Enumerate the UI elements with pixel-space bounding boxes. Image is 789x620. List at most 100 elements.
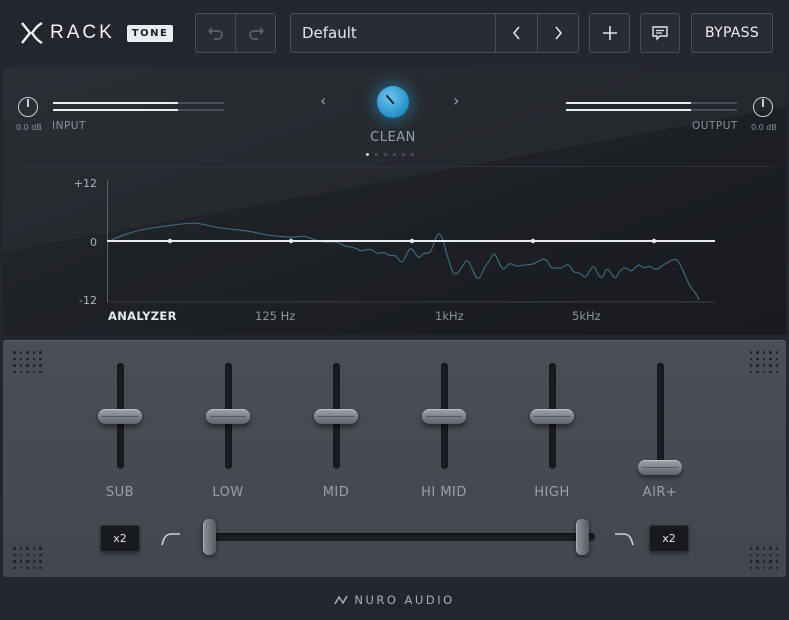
grille-hole xyxy=(26,566,29,569)
mode-page-dot[interactable] xyxy=(366,153,369,156)
add-preset-button[interactable] xyxy=(589,13,630,53)
low-cut-curve-icon xyxy=(161,533,180,546)
grille-hole xyxy=(756,547,759,550)
grille-hole xyxy=(756,351,759,354)
band-slider-handle[interactable] xyxy=(638,459,682,475)
grille-hole xyxy=(769,357,772,360)
grille-hole xyxy=(769,364,772,367)
high-cut-handle[interactable] xyxy=(576,519,589,555)
grille-hole xyxy=(749,560,752,563)
grille-hole xyxy=(39,364,42,367)
undo-button[interactable] xyxy=(195,13,236,53)
eq-node[interactable] xyxy=(409,238,415,244)
grille-hole xyxy=(32,364,35,367)
speaker-grille-top-right xyxy=(749,351,778,373)
mode-prev-arrow[interactable]: ‹ xyxy=(320,91,326,110)
grille-hole xyxy=(13,357,16,360)
footer-brand: NURO AUDIO xyxy=(354,593,455,607)
grille-hole xyxy=(756,560,759,563)
eq-node[interactable] xyxy=(288,238,294,244)
grille-hole xyxy=(13,547,16,550)
input-meter-right xyxy=(53,109,224,111)
grille-hole xyxy=(39,553,42,556)
input-meter-left-fill xyxy=(53,102,178,104)
mode-page-dot[interactable] xyxy=(393,153,396,156)
output-meter-right-fill xyxy=(566,109,691,111)
mode-next-arrow[interactable]: › xyxy=(453,91,459,110)
previous-preset-button[interactable] xyxy=(495,13,538,53)
grille-hole xyxy=(769,566,772,569)
eq-controls-panel: SUB LOW MID HI MID HIGH AIR+ x2 x2 xyxy=(3,340,786,577)
grille-hole xyxy=(19,364,22,367)
grille-hole xyxy=(13,560,16,563)
grille-hole xyxy=(775,357,778,360)
low-cut-handle[interactable] xyxy=(203,519,216,555)
output-gain-value: 0.0 dB xyxy=(751,123,777,132)
grille-hole xyxy=(769,553,772,556)
grille-hole xyxy=(39,547,42,550)
grille-hole xyxy=(762,566,765,569)
band-slider-handle[interactable] xyxy=(422,408,466,424)
output-gain-knob[interactable] xyxy=(753,97,773,117)
grille-hole xyxy=(775,364,778,367)
band-slider-track-air[interactable] xyxy=(656,363,664,469)
mode-page-dot[interactable] xyxy=(375,153,378,156)
output-meter-right xyxy=(566,109,737,111)
feedback-button[interactable] xyxy=(640,13,680,53)
grille-hole xyxy=(762,357,765,360)
grille-hole xyxy=(26,351,29,354)
grille-hole xyxy=(26,553,29,556)
character-mode-knob[interactable] xyxy=(377,86,409,118)
x-tick-1khz: 1kHz xyxy=(435,309,464,323)
bypass-button[interactable]: BYPASS xyxy=(691,13,773,53)
grille-hole xyxy=(769,370,772,373)
grille-hole xyxy=(756,370,759,373)
footer: NURO AUDIO xyxy=(0,590,789,610)
grille-hole xyxy=(32,553,35,556)
spectrum-analyzer[interactable] xyxy=(107,180,715,303)
eq-node[interactable] xyxy=(530,238,536,244)
grille-hole xyxy=(775,351,778,354)
input-meter-left xyxy=(53,102,224,104)
mode-page-dot[interactable] xyxy=(402,153,405,156)
analyzer-label: ANALYZER xyxy=(108,309,177,323)
speaker-grille-bottom-left xyxy=(13,547,42,569)
chevron-left-icon xyxy=(512,26,520,40)
grille-hole xyxy=(762,560,765,563)
panel-divider xyxy=(17,166,773,167)
grille-hole xyxy=(26,547,29,550)
preset-selector[interactable]: Default xyxy=(290,13,496,53)
band-slider-handle[interactable] xyxy=(314,408,358,424)
grille-hole xyxy=(13,364,16,367)
band-label: LOW xyxy=(212,485,244,500)
next-preset-button[interactable] xyxy=(537,13,579,53)
mode-page-dot[interactable] xyxy=(384,153,387,156)
high-cut-multiplier-button[interactable]: x2 xyxy=(649,525,689,552)
mode-page-dot[interactable] xyxy=(411,153,414,156)
grille-hole xyxy=(775,553,778,556)
eq-node[interactable] xyxy=(651,238,657,244)
high-cut-curve-icon xyxy=(615,533,634,546)
band-slider-handle[interactable] xyxy=(206,408,250,424)
mode-label: CLEAN xyxy=(370,130,416,145)
spectrum-trace xyxy=(107,222,700,301)
grille-hole xyxy=(26,370,29,373)
low-cut-multiplier-button[interactable]: x2 xyxy=(100,525,140,552)
band-slider-handle[interactable] xyxy=(530,408,574,424)
band-label: HI MID xyxy=(421,485,467,500)
grille-hole xyxy=(39,357,42,360)
input-gain-knob[interactable] xyxy=(18,97,38,117)
filter-range-track[interactable] xyxy=(203,533,595,541)
input-gain-value: 0.0 dB xyxy=(16,123,42,132)
eq-node[interactable] xyxy=(167,238,173,244)
speaker-grille-bottom-right xyxy=(749,547,778,569)
nuro-logo-icon xyxy=(334,595,348,605)
grille-hole xyxy=(749,364,752,367)
grille-hole xyxy=(13,351,16,354)
grille-hole xyxy=(749,553,752,556)
grille-hole xyxy=(756,553,759,556)
band-slider-handle[interactable] xyxy=(98,408,142,424)
grille-hole xyxy=(19,566,22,569)
redo-button[interactable] xyxy=(235,13,276,53)
brand-name: RACK xyxy=(50,22,115,43)
